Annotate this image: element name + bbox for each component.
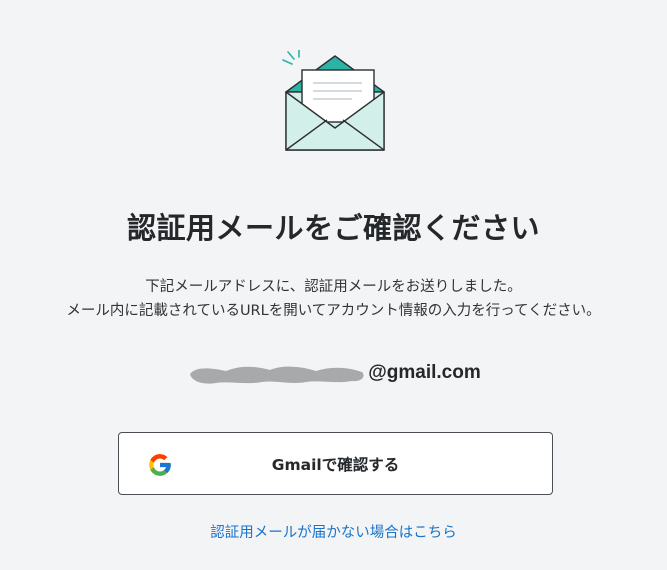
verification-page: 認証用メールをご確認ください 下記メールアドレスに、認証用メールをお送りしました… xyxy=(0,0,667,570)
envelope-open-icon xyxy=(280,49,390,155)
email-address: @gmail.com xyxy=(0,362,667,392)
confirm-with-gmail-button[interactable]: Gmailで確認する xyxy=(118,432,553,495)
redacted-email-local-part xyxy=(186,362,366,384)
page-title: 認証用メールをご確認ください xyxy=(126,211,540,245)
confirm-with-gmail-label: Gmailで確認する xyxy=(271,455,400,474)
description-line-2: メール内に記載されているURLを開いてアカウント情報の入力を行ってください。 xyxy=(66,303,601,319)
email-not-received-link[interactable]: 認証用メールが届かない場合はこちら xyxy=(0,521,667,542)
email-domain: @gmail.com xyxy=(368,362,481,383)
description-line-1: 下記メールアドレスに、認証用メールをお送りしました。 xyxy=(145,279,522,295)
